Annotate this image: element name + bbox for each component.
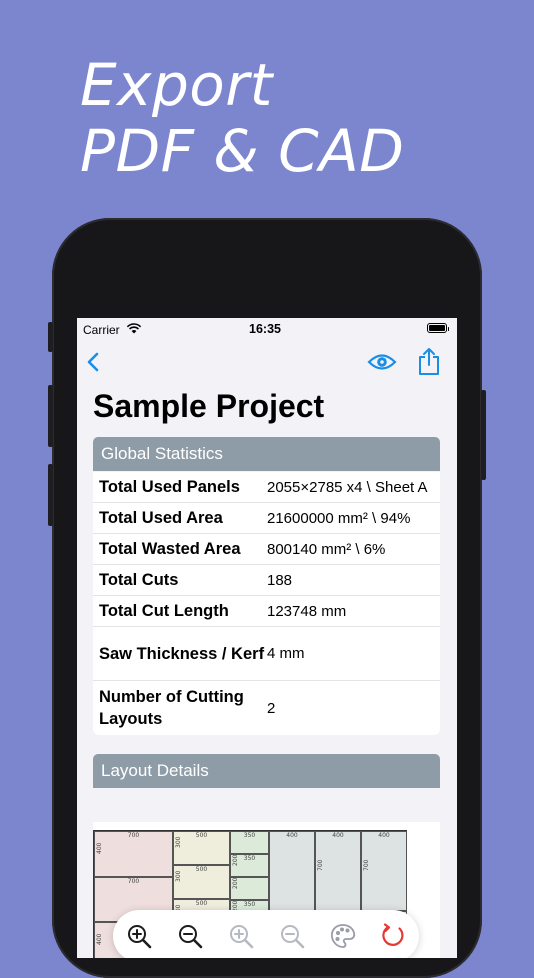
- battery-icon: [427, 323, 449, 333]
- wifi-icon: [126, 323, 142, 334]
- stat-value: 188: [267, 571, 293, 589]
- panel: 200: [230, 877, 269, 900]
- phone-power-button: [481, 390, 486, 480]
- status-time: 16:35: [249, 322, 281, 336]
- phone-side-button: [48, 322, 53, 352]
- zoom-out-icon[interactable]: [176, 922, 204, 950]
- back-chevron-icon[interactable]: [83, 350, 105, 374]
- headline: Export PDF & CAD: [80, 52, 404, 184]
- section-header-global-statistics: Global Statistics: [93, 437, 440, 471]
- stat-row-cutting-layouts: Number of Cutting Layouts 2: [93, 681, 440, 735]
- phone-volume-up-button: [48, 385, 53, 447]
- status-bar: Carrier 16:35: [77, 318, 457, 342]
- zoom-in-icon[interactable]: [125, 922, 153, 950]
- stat-label: Total Cuts: [99, 571, 179, 589]
- zoom-toolbar: [113, 910, 419, 958]
- stat-value: 4 mm: [267, 645, 305, 662]
- stat-value: 800140 mm² \ 6%: [267, 540, 386, 558]
- stat-label: Total Cut Length: [99, 602, 229, 620]
- stat-value: 2055×2785 x4 \ Sheet A: [267, 478, 428, 496]
- panel: 350200: [230, 854, 269, 877]
- reset-icon[interactable]: [379, 922, 407, 950]
- eye-icon[interactable]: [367, 351, 397, 373]
- phone-volume-down-button: [48, 464, 53, 526]
- statistics-table: Total Used Panels 2055×2785 x4 \ Sheet A…: [93, 472, 440, 735]
- stat-row-saw-thickness: Saw Thickness / Kerf 4 mm: [93, 627, 440, 681]
- stat-row-used-area: Total Used Area 21600000 mm² \ 94%: [93, 503, 440, 534]
- panel: 400 700: [315, 831, 361, 911]
- stat-value: 123748 mm: [267, 602, 347, 620]
- stat-value: 21600000 mm² \ 94%: [267, 509, 411, 527]
- section-header-layout-details: Layout Details: [93, 754, 440, 788]
- stat-row-used-panels: Total Used Panels 2055×2785 x4 \ Sheet A: [93, 472, 440, 503]
- stat-label: Total Used Area: [99, 509, 223, 527]
- panel: 400: [269, 831, 315, 911]
- palette-icon[interactable]: [329, 922, 357, 950]
- page-title: Sample Project: [93, 388, 325, 424]
- zoom-out-disabled-icon[interactable]: [278, 922, 306, 950]
- stat-row-cut-length: Total Cut Length 123748 mm: [93, 596, 440, 627]
- stat-label: Total Wasted Area: [99, 540, 241, 558]
- zoom-in-disabled-icon[interactable]: [227, 922, 255, 950]
- stat-label: Saw Thickness / Kerf: [99, 644, 265, 663]
- stat-label: Total Used Panels: [99, 478, 240, 496]
- app-screen: Carrier 16:35 Sample Project Global Stat…: [77, 318, 457, 958]
- panel: 400 700: [361, 831, 407, 911]
- headline-line-2: PDF & CAD: [80, 117, 405, 185]
- share-icon[interactable]: [417, 346, 441, 376]
- carrier-label: Carrier: [83, 323, 120, 337]
- panel: 500300: [173, 865, 230, 899]
- panel: 350: [230, 831, 269, 854]
- headline-line-1: Export: [80, 51, 273, 119]
- stat-row-total-cuts: Total Cuts 188: [93, 565, 440, 596]
- panel: 500300: [173, 831, 230, 865]
- stat-label: Number of Cutting Layouts: [99, 688, 244, 728]
- stat-value: 2: [267, 699, 276, 717]
- stat-row-wasted-area: Total Wasted Area 800140 mm² \ 6%: [93, 534, 440, 565]
- panel: 700400: [94, 831, 173, 877]
